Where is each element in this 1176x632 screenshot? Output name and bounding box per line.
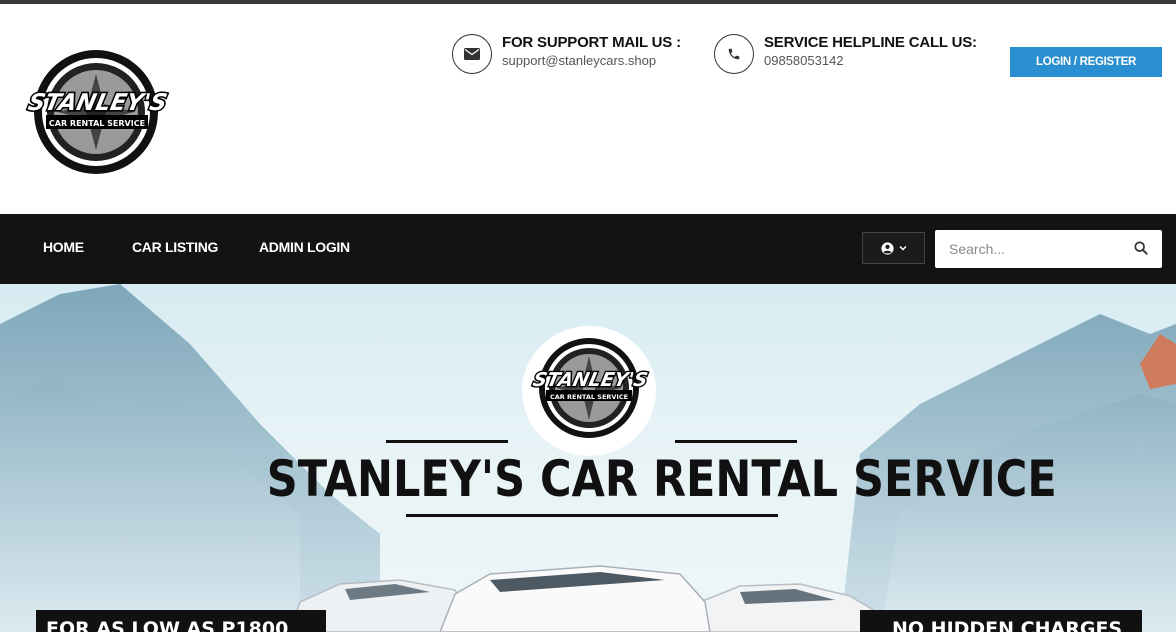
user-menu-button[interactable]	[862, 232, 925, 264]
nav-car-listing[interactable]: CAR LISTING	[132, 239, 218, 255]
logo-tagline-text: CAR RENTAL SERVICE	[49, 119, 145, 128]
hero-banner: STANLEY'S CAR RENTAL SERVICE STANLEY'S C…	[0, 284, 1176, 632]
hero-title: STANLEY'S CAR RENTAL SERVICE	[266, 450, 1057, 508]
helpline-number[interactable]: 09858053142	[764, 52, 977, 69]
search-input[interactable]	[949, 231, 1129, 267]
nav-admin-login[interactable]: ADMIN LOGIN	[259, 239, 350, 255]
helpline-contact: SERVICE HELPLINE CALL US: 09858053142	[714, 34, 977, 74]
logo-brand-text: STANLEY'S	[26, 89, 170, 116]
search-icon[interactable]	[1134, 241, 1148, 255]
site-logo[interactable]: STANLEY'S CAR RENTAL SERVICE	[24, 48, 171, 176]
title-decor-line-left	[386, 440, 508, 443]
main-navbar: HOME CAR LISTING ADMIN LOGIN	[0, 214, 1176, 284]
hero-logo: STANLEY'S CAR RENTAL SERVICE	[522, 326, 656, 456]
nav-home[interactable]: HOME	[43, 239, 84, 255]
helpline-title: SERVICE HELPLINE CALL US:	[764, 34, 977, 51]
phone-icon	[714, 34, 754, 74]
hero-logo-brand-text: STANLEY'S	[531, 368, 650, 391]
support-title: FOR SUPPORT MAIL US :	[502, 34, 681, 51]
support-email[interactable]: support@stanleycars.shop	[502, 52, 681, 69]
hero-logo-tagline-text: CAR RENTAL SERVICE	[550, 393, 628, 401]
user-circle-icon	[880, 241, 894, 255]
site-header: STANLEY'S CAR RENTAL SERVICE FOR SUPPORT…	[0, 4, 1176, 214]
envelope-icon	[452, 34, 492, 74]
search-box	[935, 230, 1162, 268]
login-register-button[interactable]: LOGIN / REGISTER	[1010, 47, 1162, 77]
promo-banner-left: FOR AS LOW AS P1800	[36, 610, 326, 632]
support-mail-contact: FOR SUPPORT MAIL US : support@stanleycar…	[452, 34, 681, 74]
title-decor-line-right	[675, 440, 797, 443]
promo-banner-right: NO HIDDEN CHARGES	[860, 610, 1142, 632]
title-underline	[406, 514, 778, 517]
chevron-down-icon	[898, 245, 907, 251]
